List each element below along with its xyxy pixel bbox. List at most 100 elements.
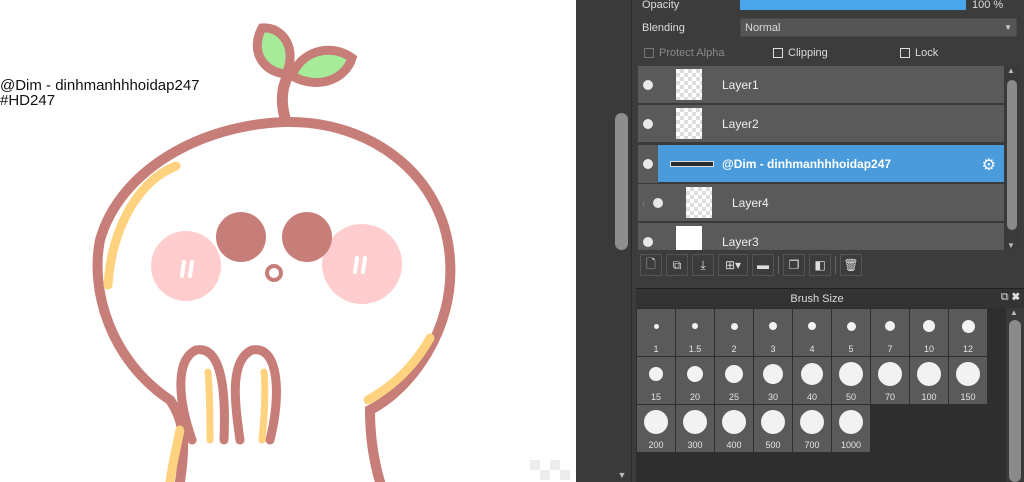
brush-size-value: 40 bbox=[806, 392, 817, 402]
layer-row[interactable]: ‹ Layer4 bbox=[638, 184, 1004, 222]
brush-dot-icon bbox=[923, 320, 935, 332]
brush-scrollbar[interactable]: ▲ bbox=[1006, 308, 1024, 482]
blending-label: Blending bbox=[642, 22, 685, 34]
brush-size-cell[interactable]: 400 bbox=[715, 405, 753, 452]
brush-size-cell[interactable]: 30 bbox=[754, 357, 792, 404]
brush-size-cell[interactable]: 3 bbox=[754, 309, 792, 356]
brush-dot-icon bbox=[649, 367, 663, 381]
brush-size-cell[interactable]: 1.5 bbox=[676, 309, 714, 356]
watermark-line-2: #HD247 bbox=[0, 92, 56, 109]
brush-scrollbar-thumb[interactable] bbox=[1009, 320, 1021, 482]
brush-size-cell[interactable]: 20 bbox=[676, 357, 714, 404]
brush-dot-icon bbox=[644, 410, 668, 434]
brush-size-value: 2 bbox=[731, 344, 737, 354]
folder-icon[interactable]: ▬ bbox=[752, 254, 774, 276]
visibility-eye-icon[interactable] bbox=[643, 237, 653, 247]
brush-size-title: Brush Size bbox=[790, 293, 844, 305]
canvas-scrollbar[interactable]: ▼ bbox=[613, 0, 631, 482]
brush-dot-icon bbox=[692, 323, 698, 329]
brush-dot-icon bbox=[839, 362, 863, 386]
brush-dot-icon bbox=[846, 321, 856, 331]
layer-row[interactable]: Layer3 bbox=[638, 223, 1004, 250]
brush-dot-icon bbox=[722, 410, 746, 434]
scroll-up-icon[interactable]: ▲ bbox=[1007, 66, 1015, 75]
brush-size-cell[interactable]: 1 bbox=[637, 309, 675, 356]
layer-row[interactable]: Layer2 bbox=[638, 105, 1004, 143]
brush-size-cell[interactable]: 500 bbox=[754, 405, 792, 452]
visibility-eye-icon[interactable] bbox=[643, 159, 653, 169]
brush-size-grid: 1 1.5 2 3 4 5 7 10 12 15 20 25 30 40 50 70 100 150 200 300 4… bbox=[636, 308, 1006, 482]
lock-checkbox[interactable]: Lock bbox=[900, 47, 938, 59]
trash-icon[interactable]: 🗑 bbox=[840, 254, 862, 276]
duplicate-icon[interactable]: ❐ bbox=[783, 254, 805, 276]
brush-dot-icon bbox=[917, 362, 941, 386]
brush-size-cell[interactable]: 700 bbox=[793, 405, 831, 452]
layer-row-selected[interactable]: @Dim - dinhmanhhhoidap247 ⚙ bbox=[658, 145, 1004, 183]
brush-dot-icon bbox=[683, 410, 707, 434]
brush-size-value: 5 bbox=[848, 344, 854, 354]
brush-size-cell[interactable]: 300 bbox=[676, 405, 714, 452]
panel-controls: ⧉ ✖ bbox=[1001, 291, 1020, 304]
brush-dot-icon bbox=[956, 362, 980, 386]
brush-size-header: Brush Size ⧉ ✖ bbox=[636, 288, 1024, 309]
brush-size-cell[interactable]: 10 bbox=[910, 309, 948, 356]
brush-size-value: 3 bbox=[770, 344, 776, 354]
layer-row[interactable]: Layer1 bbox=[638, 66, 1004, 104]
brush-size-cell[interactable]: 50 bbox=[832, 357, 870, 404]
copy-layer-icon[interactable]: ⧉ bbox=[666, 254, 688, 276]
brush-size-cell[interactable]: 7 bbox=[871, 309, 909, 356]
new-layer-icon[interactable]: 🗋 bbox=[640, 254, 662, 276]
brush-size-cell[interactable]: 25 bbox=[715, 357, 753, 404]
drawing-canvas[interactable]: @Dim - dinhmanhhhoidap247 #HD247 bbox=[0, 0, 576, 482]
gear-icon[interactable]: ⚙ bbox=[982, 155, 996, 175]
brush-size-cell[interactable]: 200 bbox=[637, 405, 675, 452]
layer-name: Layer4 bbox=[732, 196, 769, 210]
add-layer-dropdown-icon[interactable]: ⊞▾ bbox=[718, 254, 748, 276]
watermark-text: @Dim - dinhmanhhhoidap247 #HD247 bbox=[0, 78, 200, 108]
brush-size-cell[interactable]: 2 bbox=[715, 309, 753, 356]
layer-row-gutter bbox=[638, 145, 658, 183]
brush-size-value: 20 bbox=[689, 392, 700, 402]
brush-size-value: 1 bbox=[653, 344, 659, 354]
layer-scrollbar-thumb[interactable] bbox=[1007, 80, 1017, 230]
clipping-checkbox[interactable]: Clipping bbox=[773, 47, 828, 59]
canvas-scrollbar-thumb[interactable] bbox=[615, 113, 628, 250]
brush-size-cell[interactable]: 150 bbox=[949, 357, 987, 404]
close-icon[interactable]: ✖ bbox=[1012, 291, 1020, 303]
layer-list: Layer1 Layer2 @Dim - dinhmanhhhoidap247 … bbox=[638, 66, 1004, 250]
popout-icon[interactable]: ⧉ bbox=[1001, 291, 1009, 303]
brush-size-cell[interactable]: 5 bbox=[832, 309, 870, 356]
blending-row: Blending Normal ▼ bbox=[632, 0, 1024, 40]
protect-alpha-checkbox[interactable]: Protect Alpha bbox=[644, 47, 724, 59]
clipping-label: Clipping bbox=[788, 47, 828, 59]
brush-size-cell[interactable]: 70 bbox=[871, 357, 909, 404]
brush-size-cell[interactable]: 100 bbox=[910, 357, 948, 404]
mask-icon[interactable]: ◧ bbox=[809, 254, 831, 276]
visibility-eye-icon[interactable] bbox=[653, 198, 663, 208]
brush-dot-icon bbox=[885, 321, 895, 331]
brush-size-cell[interactable]: 1000 bbox=[832, 405, 870, 452]
scroll-up-icon[interactable]: ▲ bbox=[1010, 308, 1018, 317]
watermark-line-1: @Dim - dinhmanhhhoidap247 bbox=[0, 77, 200, 94]
brush-size-cell[interactable]: 12 bbox=[949, 309, 987, 356]
brush-dot-icon bbox=[961, 319, 975, 333]
brush-size-value: 1000 bbox=[840, 440, 862, 450]
blending-select[interactable]: Normal ▼ bbox=[740, 18, 1017, 37]
brush-size-cell[interactable]: 4 bbox=[793, 309, 831, 356]
brush-size-cell[interactable]: 40 bbox=[793, 357, 831, 404]
visibility-eye-icon[interactable] bbox=[643, 80, 653, 90]
brush-size-value: 400 bbox=[726, 440, 742, 450]
layer-thumbnail bbox=[676, 108, 702, 139]
scroll-down-icon[interactable]: ▼ bbox=[1007, 241, 1015, 250]
layer-name: Layer3 bbox=[722, 235, 759, 249]
scroll-down-icon[interactable]: ▼ bbox=[616, 470, 628, 480]
brush-size-cell[interactable]: 15 bbox=[637, 357, 675, 404]
brush-size-value: 12 bbox=[962, 344, 973, 354]
merge-icon[interactable]: ⤓ bbox=[692, 254, 714, 276]
layer-list-scrollbar[interactable]: ▲ ▼ bbox=[1004, 66, 1020, 250]
checkbox-box bbox=[644, 48, 654, 58]
visibility-eye-icon[interactable] bbox=[643, 119, 653, 129]
brush-size-value: 500 bbox=[765, 440, 781, 450]
brush-size-value: 30 bbox=[767, 392, 778, 402]
toolbar-divider bbox=[835, 256, 836, 274]
